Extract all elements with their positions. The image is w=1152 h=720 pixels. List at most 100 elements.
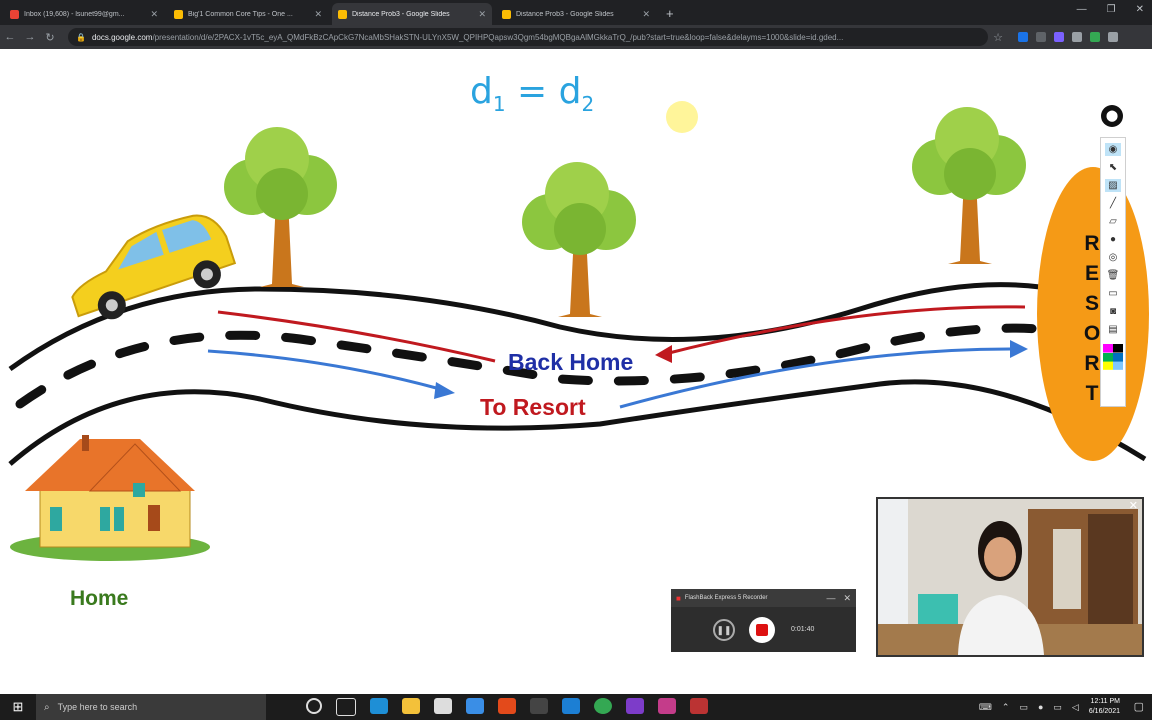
extension-icon[interactable] — [1090, 32, 1100, 42]
microphone-icon[interactable]: ● — [1038, 702, 1043, 712]
notification-icon[interactable]: ▢ — [1134, 700, 1144, 713]
taskbar-clock[interactable]: 12:11 PM 6/16/2021 — [1089, 697, 1120, 717]
window-controls: — ❐ ✕ — [1077, 4, 1144, 15]
volume-icon[interactable]: ◁ — [1072, 702, 1079, 713]
location-pin-icon[interactable]: ⬤ — [1101, 105, 1123, 127]
forward-arrow-icon[interactable]: → — [20, 31, 40, 43]
color-palette[interactable] — [1103, 344, 1123, 370]
document-icon — [174, 9, 183, 19]
lock-icon: 🔒 — [76, 32, 86, 42]
minimize-icon[interactable]: — — [1077, 4, 1087, 15]
browser-tab[interactable]: Distance Prob3 - Google Slides ✕ — [496, 3, 656, 25]
pen-icon[interactable]: ╱ — [1105, 197, 1121, 210]
taskbar-apps — [306, 698, 708, 716]
tab-title: Distance Prob3 - Google Slides — [516, 10, 614, 18]
bookmark-star-icon[interactable]: ☆ — [988, 31, 1008, 44]
clock-time: 12:11 PM — [1090, 698, 1120, 705]
browser-tab[interactable]: Big'1 Common Core Tips - One ... ✕ — [168, 3, 328, 25]
system-tray: ⌨ ⌃ ▭ ● ▭ ◁ 12:11 PM 6/16/2021 — [979, 694, 1120, 720]
stop-record-button[interactable] — [749, 616, 775, 643]
url-path: /presentation/d/e/2PACX-1vT5c_eyA_QMdFkB… — [152, 32, 844, 42]
cortana-icon[interactable] — [306, 698, 322, 714]
recorder-logo-icon: ■ — [676, 593, 681, 603]
dot-icon[interactable]: ● — [1105, 233, 1121, 246]
browser-tab[interactable]: Inbox (19,608) - lsunet99@gm... ✕ — [4, 3, 164, 25]
store-icon[interactable] — [434, 698, 452, 714]
tab-close-icon[interactable]: ✕ — [478, 9, 486, 20]
resort-letter: R — [1084, 352, 1100, 375]
whiteboard-icon[interactable]: ▭ — [1105, 287, 1121, 300]
extension-icon[interactable] — [1108, 32, 1118, 42]
resort-letter: E — [1084, 262, 1099, 285]
app-icon[interactable] — [626, 698, 644, 714]
keyboard-icon[interactable]: ⌨ — [979, 702, 992, 713]
chrome-icon[interactable] — [594, 698, 612, 714]
extension-icon[interactable] — [1018, 32, 1028, 42]
resort-label: R E S O R T — [1082, 229, 1102, 409]
tab-close-icon[interactable]: ✕ — [642, 9, 650, 20]
recording-timer: 0:01:40 — [791, 626, 815, 633]
chevron-up-icon[interactable]: ⌃ — [1002, 702, 1010, 713]
windows-start-icon[interactable]: ⊞ — [0, 694, 36, 720]
url-host: docs.google.com — [91, 32, 153, 42]
back-arrow-icon[interactable]: ← — [0, 31, 20, 43]
browser-tab-strip: Inbox (19,608) - lsunet99@gm... ✕ Big'1 … — [0, 0, 1152, 25]
app-icon[interactable] — [690, 698, 708, 714]
shapes-icon[interactable]: ◎ — [1105, 251, 1121, 264]
file-explorer-icon[interactable] — [402, 698, 420, 714]
extension-icon[interactable] — [1054, 32, 1064, 42]
formula-subscript: 2 — [581, 92, 595, 117]
annotation-toolbar: ◉ ⬉ ▨ ╱ ▱ ● ◎ 🗑 ▭ ◙ ▤ — [1100, 137, 1126, 407]
resort-letter: O — [1083, 322, 1101, 345]
webcam-close-icon[interactable]: ✕ — [1129, 499, 1138, 512]
close-window-icon[interactable]: ✕ — [1136, 4, 1144, 15]
tab-close-icon[interactable]: ✕ — [150, 9, 158, 20]
mail-icon[interactable] — [466, 698, 484, 714]
resort-letter: S — [1084, 292, 1099, 315]
pause-button[interactable]: ❚❚ — [713, 618, 735, 641]
maximize-icon[interactable]: ❐ — [1107, 4, 1116, 15]
taskbar-search-placeholder: Type here to search — [57, 702, 138, 712]
reload-icon[interactable]: ↻ — [40, 31, 60, 44]
recorder-titlebar: ■ FlashBack Express 5 Recorder — ✕ — [671, 589, 856, 607]
photos-icon[interactable] — [562, 698, 580, 714]
recorder-minimize-button[interactable]: — — [826, 593, 835, 603]
windows-taskbar: ⊞ ⌕ Type here to search ⌨ ⌃ ▭ ● ▭ ◁ 12:1… — [0, 694, 1152, 720]
extension-icon[interactable] — [1072, 32, 1082, 42]
webcam-feed — [878, 499, 1142, 655]
address-bar[interactable]: 🔒 docs.google.com /presentation/d/e/2PAC… — [68, 28, 988, 46]
clipboard-icon[interactable]: ▤ — [1105, 323, 1121, 336]
network-icon[interactable]: ▭ — [1019, 702, 1028, 713]
extension-icon[interactable] — [1036, 32, 1046, 42]
distance-formula: d1 = d2 — [470, 71, 594, 116]
tab-close-icon[interactable]: ✕ — [314, 9, 322, 20]
formula-equals: = — [505, 71, 559, 112]
taskbar-search[interactable]: ⌕ Type here to search — [36, 694, 266, 720]
tab-title: Big'1 Common Core Tips - One ... — [188, 10, 293, 18]
tab-title: Distance Prob3 - Google Slides — [352, 10, 450, 18]
new-tab-button[interactable]: + — [666, 3, 674, 25]
task-view-icon[interactable] — [336, 698, 356, 716]
maps-icon[interactable] — [530, 698, 548, 714]
app-icon[interactable] — [658, 698, 676, 714]
search-icon: ⌕ — [44, 701, 50, 713]
recorder-title: FlashBack Express 5 Recorder — [684, 595, 768, 601]
pointer-highlight — [666, 101, 698, 133]
back-home-label: Back Home — [508, 349, 634, 375]
browser-tab-active[interactable]: Distance Prob3 - Google Slides ✕ — [332, 3, 492, 25]
slides-icon — [338, 9, 347, 19]
recorder-controls: ❚❚ 0:01:40 — [671, 607, 856, 652]
clock-date: 6/16/2021 — [1088, 708, 1120, 715]
recorder-close-button[interactable]: ✕ — [843, 593, 851, 604]
eye-icon[interactable]: ◉ — [1105, 143, 1121, 156]
eraser-icon[interactable]: ▱ — [1105, 215, 1121, 228]
office-icon[interactable] — [498, 698, 516, 714]
camera-icon[interactable]: ◙ — [1105, 305, 1121, 318]
trash-icon[interactable]: 🗑 — [1105, 269, 1121, 282]
display-icon[interactable]: ▭ — [1053, 702, 1062, 713]
pointer-icon[interactable]: ⬉ — [1105, 161, 1121, 174]
slides-icon — [502, 9, 511, 19]
edge-icon[interactable] — [370, 698, 388, 714]
resort-letter: T — [1085, 382, 1099, 405]
highlighter-icon[interactable]: ▨ — [1105, 179, 1121, 192]
